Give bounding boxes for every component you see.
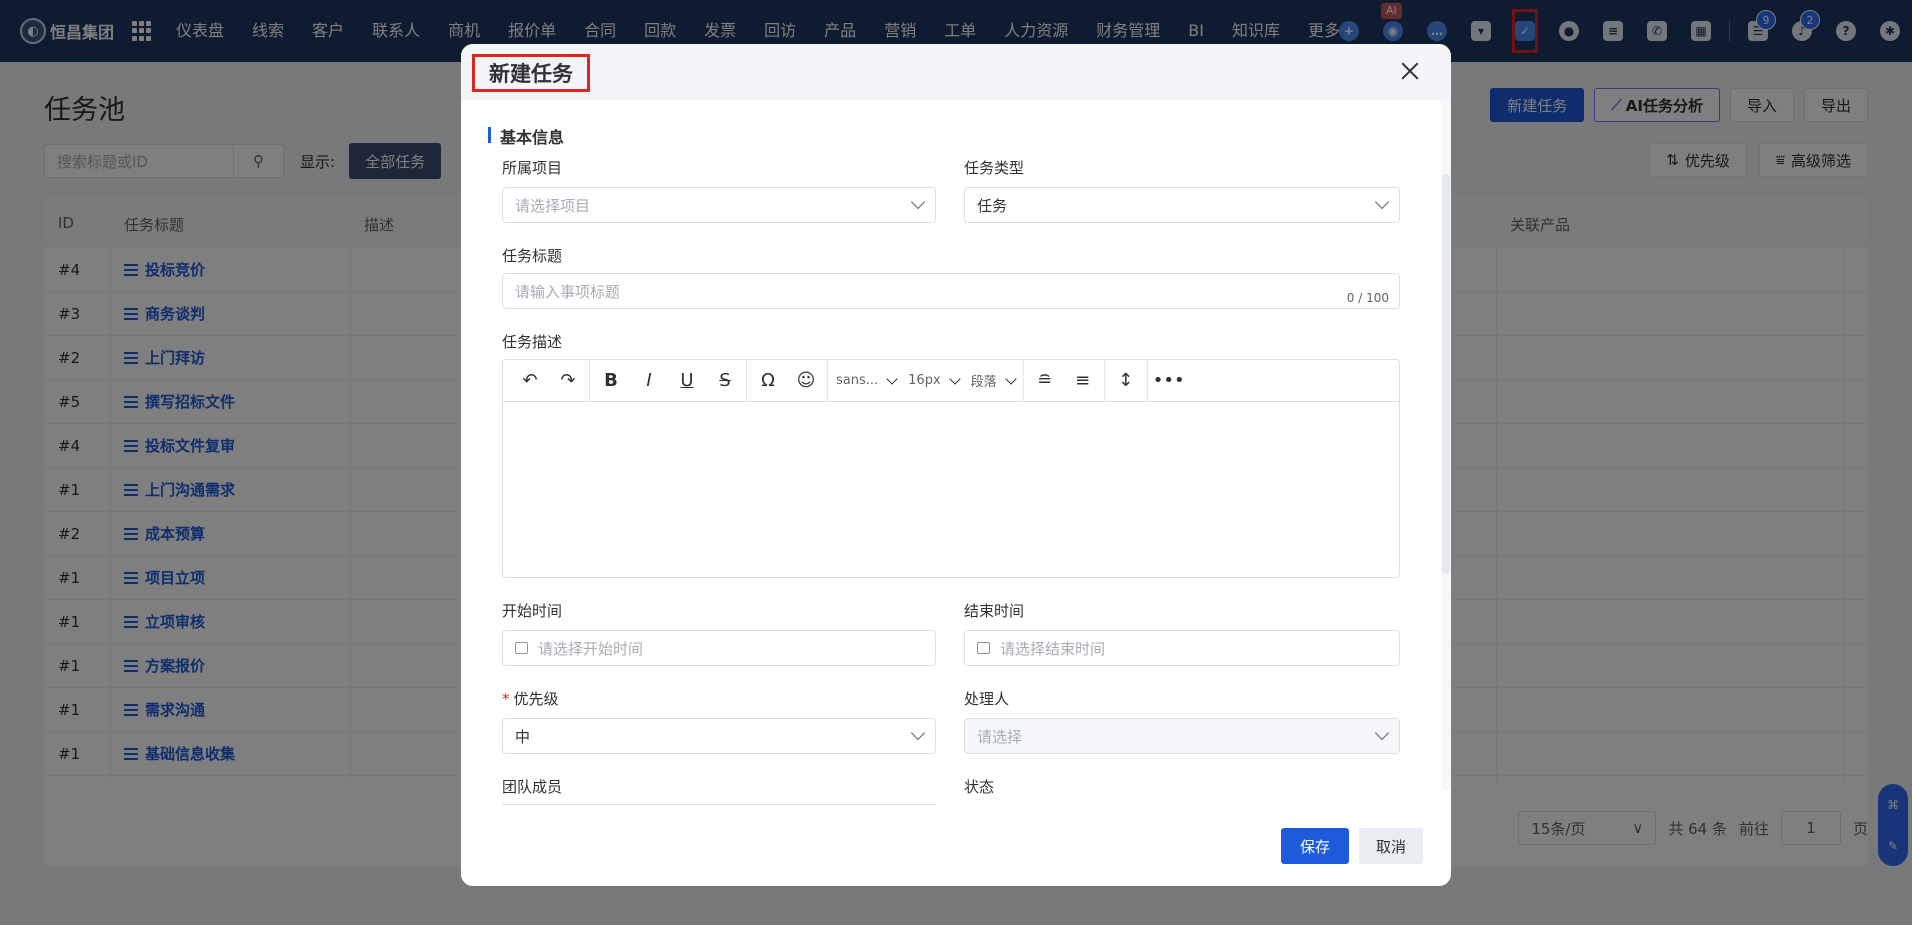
font-size-select[interactable]: 16px bbox=[908, 372, 961, 388]
align-icon[interactable]: ≘ bbox=[1026, 365, 1064, 397]
chevron-down-icon bbox=[910, 725, 926, 741]
team-members-label: 团队成员 bbox=[502, 778, 563, 796]
font-family-select[interactable]: sans... bbox=[836, 372, 898, 388]
priority-select[interactable]: 中 bbox=[502, 718, 936, 754]
dialog-title: 新建任务 bbox=[472, 54, 590, 92]
project-label: 所属项目 bbox=[502, 159, 563, 177]
special-char-icon[interactable]: Ω bbox=[749, 365, 787, 397]
editor-content[interactable] bbox=[503, 402, 1399, 577]
task-type-value: 任务 bbox=[977, 196, 1008, 215]
dialog-header: 新建任务 bbox=[461, 44, 1451, 100]
close-icon[interactable] bbox=[1395, 56, 1425, 86]
underline-icon[interactable]: U bbox=[668, 365, 706, 397]
section-basic-info: 基本信息 bbox=[488, 124, 564, 148]
redo-icon[interactable]: ↷ bbox=[549, 365, 587, 397]
toolbar-divider bbox=[1022, 359, 1024, 402]
chevron-down-icon bbox=[1374, 725, 1390, 741]
new-task-dialog: 新建任务 基本信息 所属项目 请选择项目 任务类型 任务 任务标题 请输入事项标… bbox=[461, 44, 1451, 886]
font-size-value: 16px bbox=[908, 373, 941, 388]
strikethrough-icon[interactable]: S bbox=[706, 365, 744, 397]
start-time-picker[interactable]: 请选择开始时间 bbox=[502, 630, 936, 666]
dialog-scroll-track bbox=[1441, 100, 1451, 790]
toolbar-divider bbox=[1103, 359, 1105, 402]
bold-icon[interactable]: B bbox=[592, 365, 630, 397]
save-button[interactable]: 保存 bbox=[1280, 828, 1349, 864]
priority-value: 中 bbox=[515, 727, 531, 746]
priority-label-text: 优先级 bbox=[513, 690, 559, 708]
status-label: 状态 bbox=[964, 778, 995, 796]
start-time-placeholder: 请选择开始时间 bbox=[538, 639, 644, 658]
toolbar-divider bbox=[1146, 359, 1148, 402]
dialog-scrollbar[interactable] bbox=[1442, 174, 1450, 574]
task-type-label: 任务类型 bbox=[964, 159, 1025, 177]
block-format-select[interactable]: 段落 bbox=[970, 371, 1017, 390]
more-icon[interactable]: ••• bbox=[1150, 365, 1188, 397]
undo-icon[interactable]: ↶ bbox=[511, 365, 549, 397]
rich-text-editor: ↶ ↷ B I U S Ω ☺ sans... 16px 段落 ≘ ≡ ↕ ••… bbox=[502, 359, 1400, 578]
end-time-picker[interactable]: 请选择结束时间 bbox=[964, 630, 1400, 666]
toolbar-divider bbox=[827, 359, 828, 402]
task-desc-label: 任务描述 bbox=[502, 333, 563, 351]
task-title-input[interactable]: 请输入事项标题 0 / 100 bbox=[502, 273, 1400, 309]
calendar-icon bbox=[515, 642, 528, 654]
line-height-icon[interactable]: ↕ bbox=[1107, 365, 1145, 397]
indent-icon[interactable]: ≡ bbox=[1064, 365, 1102, 397]
cancel-button[interactable]: 取消 bbox=[1358, 828, 1423, 864]
dialog-footer: 保存 取消 bbox=[1280, 828, 1423, 864]
priority-label: * 优先级 bbox=[502, 688, 559, 709]
toolbar-divider bbox=[746, 359, 747, 402]
task-title-placeholder: 请输入事项标题 bbox=[515, 282, 621, 301]
chevron-down-icon bbox=[948, 372, 961, 385]
end-time-label: 结束时间 bbox=[964, 602, 1025, 620]
toolbar-divider bbox=[589, 359, 590, 402]
chevron-down-icon bbox=[910, 194, 926, 210]
project-select[interactable]: 请选择项目 bbox=[502, 187, 936, 223]
task-title-label: 任务标题 bbox=[502, 247, 563, 265]
font-family-value: sans... bbox=[836, 373, 879, 388]
block-format-value: 段落 bbox=[970, 375, 997, 390]
calendar-icon bbox=[977, 642, 990, 654]
assignee-placeholder: 请选择 bbox=[977, 727, 1023, 746]
task-type-select[interactable]: 任务 bbox=[964, 187, 1400, 223]
assignee-label: 处理人 bbox=[964, 690, 1010, 708]
end-time-placeholder: 请选择结束时间 bbox=[1000, 639, 1106, 658]
assignee-select[interactable]: 请选择 bbox=[964, 718, 1400, 754]
start-time-label: 开始时间 bbox=[502, 602, 563, 620]
chevron-down-icon bbox=[1374, 194, 1390, 210]
chevron-down-icon bbox=[1005, 372, 1017, 385]
emoji-icon[interactable]: ☺ bbox=[787, 365, 825, 397]
chevron-down-icon bbox=[886, 372, 898, 385]
project-placeholder: 请选择项目 bbox=[515, 196, 591, 215]
task-title-counter: 0 / 100 bbox=[1346, 291, 1389, 305]
editor-toolbar: ↶ ↷ B I U S Ω ☺ sans... 16px 段落 ≘ ≡ ↕ ••… bbox=[503, 359, 1399, 402]
required-mark: * bbox=[502, 690, 510, 708]
italic-icon[interactable]: I bbox=[630, 365, 668, 397]
